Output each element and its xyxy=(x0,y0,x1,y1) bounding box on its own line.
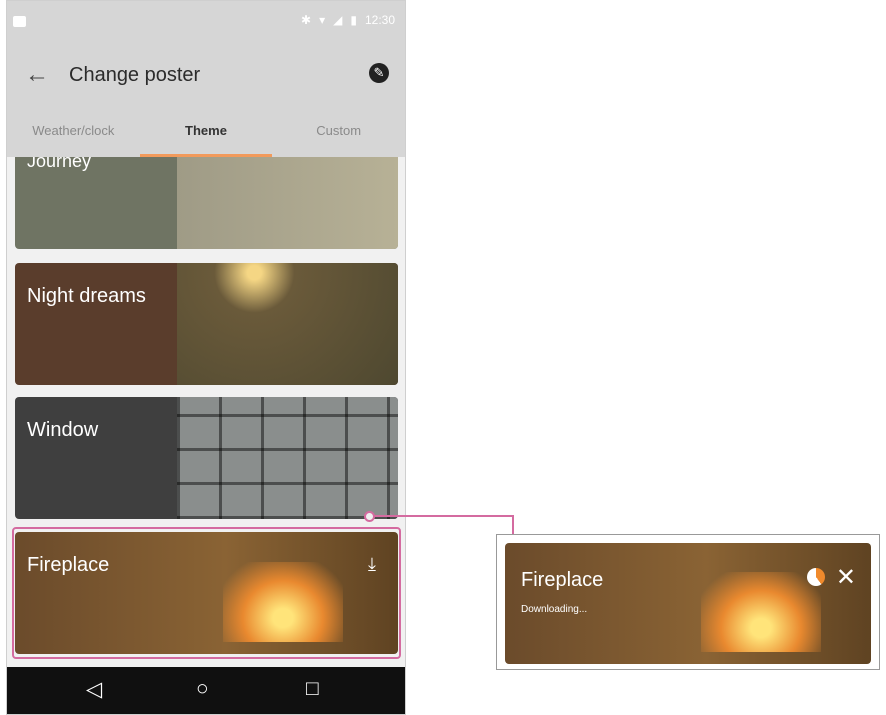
journey-thumbnail xyxy=(177,157,398,249)
detail-title: Fireplace xyxy=(521,569,604,591)
app-bar: ← Change poster ✎ xyxy=(7,41,405,109)
tab-weather-clock[interactable]: Weather/clock xyxy=(7,109,140,157)
navigation-bar: ◁ ○ □ xyxy=(7,667,405,714)
status-time: 12:30 xyxy=(364,13,395,27)
page-title: Change poster xyxy=(69,64,201,86)
phone-screen: ✱ ▾ ◢ ▮ 12:30 ← Change poster ✎ Weather/… xyxy=(6,0,406,715)
bluetooth-icon: ✱ xyxy=(301,13,312,27)
callout-line-vertical xyxy=(512,515,514,535)
window-thumbnail xyxy=(177,397,398,519)
nav-home-icon[interactable]: ○ xyxy=(196,677,209,701)
tab-custom[interactable]: Custom xyxy=(272,109,405,157)
battery-icon: ▮ xyxy=(350,13,357,27)
download-status-text: Downloading... xyxy=(521,604,588,615)
night-dreams-thumbnail xyxy=(177,263,398,385)
theme-card-fireplace[interactable]: Fireplace ⤓ xyxy=(15,532,398,654)
signal-icon: ◢ xyxy=(333,13,343,27)
theme-card-journey[interactable]: Journey xyxy=(15,157,398,249)
fireplace-flame-image xyxy=(223,562,343,642)
fireplace-downloading-card[interactable]: Fireplace Downloading... ✕ xyxy=(505,543,871,664)
tab-bar: Weather/clock Theme Custom xyxy=(7,109,405,157)
fireplace-flame-image xyxy=(701,572,821,652)
theme-card-night-dreams[interactable]: Night dreams xyxy=(15,263,398,385)
tab-theme[interactable]: Theme xyxy=(139,109,273,157)
theme-label-night-dreams: Night dreams xyxy=(27,285,146,307)
theme-list[interactable]: Journey Night dreams Window Fireplace ⤓ xyxy=(7,157,405,668)
download-progress-icon xyxy=(807,568,825,586)
nav-back-icon[interactable]: ◁ xyxy=(86,677,102,702)
close-icon[interactable]: ✕ xyxy=(836,563,856,592)
status-bar: ✱ ▾ ◢ ▮ 12:30 xyxy=(7,1,405,41)
theme-label-fireplace: Fireplace xyxy=(27,554,110,576)
theme-card-window[interactable]: Window xyxy=(15,397,398,519)
back-arrow-icon[interactable]: ← xyxy=(25,61,49,89)
theme-label-window: Window xyxy=(27,419,99,441)
detail-callout-box: Fireplace Downloading... ✕ xyxy=(496,534,880,670)
download-icon[interactable]: ⤓ xyxy=(368,554,376,575)
notification-icon xyxy=(13,16,26,27)
callout-anchor-dot xyxy=(364,511,375,522)
wifi-icon: ▾ xyxy=(319,13,326,27)
callout-line-horizontal xyxy=(374,515,514,517)
wrench-icon[interactable]: ✎ xyxy=(369,63,389,83)
nav-recents-icon[interactable]: □ xyxy=(306,677,319,701)
theme-label-journey: Journey xyxy=(27,157,92,171)
